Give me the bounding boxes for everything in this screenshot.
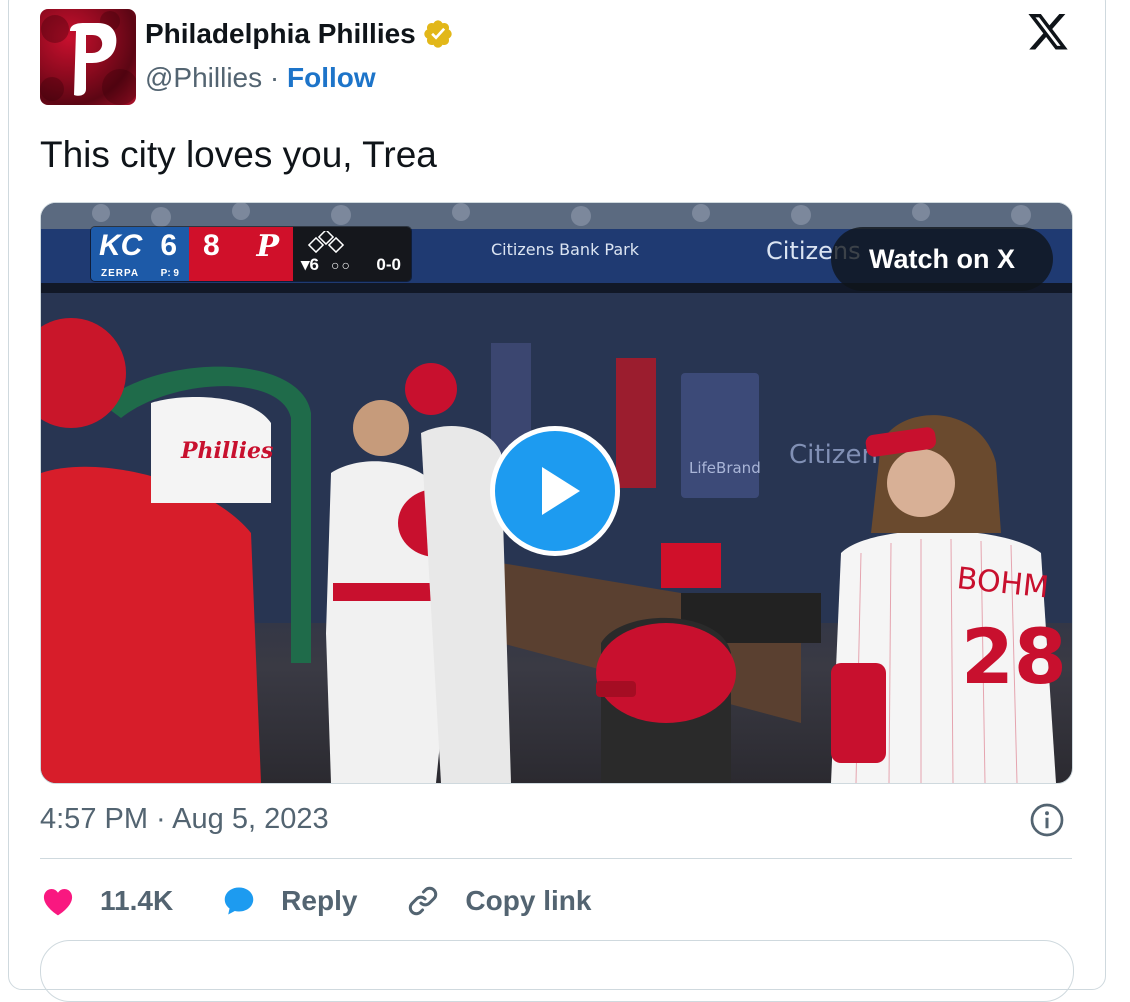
home-score: 8 [203, 229, 220, 262]
svg-text:Citizens Bank Park: Citizens Bank Park [491, 240, 640, 259]
scorebug: KC 6 ZERPA P: 9 8 P ▾6 ○○ 0-0 [91, 227, 411, 281]
play-icon [542, 467, 580, 515]
action-bar: 11.4K Reply Copy link [40, 878, 639, 924]
tweet-text: This city loves you, Trea [40, 134, 437, 175]
info-icon[interactable] [1029, 802, 1065, 838]
avatar[interactable] [40, 9, 136, 105]
ball-strike-count: 0-0 [376, 255, 401, 274]
verified-badge-icon [424, 20, 452, 48]
scorebug-state: ▾6 ○○ 0-0 [293, 227, 411, 281]
read-replies-button[interactable] [40, 940, 1074, 1002]
home-team: P [256, 229, 279, 264]
away-pitcher: ZERPA [101, 268, 140, 279]
handle-row: @Phillies · Follow [145, 62, 376, 94]
reply-label: Reply [281, 885, 358, 916]
handle[interactable]: @Phillies [145, 62, 262, 93]
video-player[interactable]: Citizens Bank Park Citizens LifeBrand Ci… [40, 202, 1073, 784]
heart-icon [43, 889, 73, 916]
separator: · [262, 62, 288, 93]
watch-on-x-button[interactable]: Watch on X [831, 227, 1053, 291]
pitch-count: P: 9 [160, 268, 179, 279]
author-name[interactable]: Philadelphia Phillies [145, 18, 416, 50]
timestamp[interactable]: 4:57 PM · Aug 5, 2023 [40, 803, 329, 836]
play-button[interactable] [490, 426, 620, 556]
x-logo-icon[interactable] [1026, 14, 1070, 54]
outs: ○○ [331, 257, 352, 273]
reply-bubble-icon [224, 887, 254, 915]
scorebug-home: 8 P [189, 227, 293, 281]
bases-diamond-icon [307, 231, 345, 253]
away-team: KC [99, 229, 143, 262]
phillies-p-logo-icon [40, 11, 136, 105]
away-score: 6 [160, 229, 177, 262]
reply-button[interactable]: Reply [221, 883, 357, 919]
like-count: 11.4K [100, 885, 174, 916]
copy-link-button[interactable]: Copy link [405, 883, 591, 919]
link-icon [409, 886, 438, 916]
inning: ▾6 [301, 255, 319, 274]
copy-link-label: Copy link [465, 885, 592, 916]
follow-button[interactable]: Follow [287, 62, 376, 93]
svg-text:LifeBrand: LifeBrand [689, 459, 761, 477]
like-button[interactable]: 11.4K [40, 883, 173, 919]
author-name-row[interactable]: Philadelphia Phillies [145, 18, 454, 50]
svg-text:28: 28 [961, 612, 1067, 701]
divider [40, 858, 1072, 859]
scorebug-away: KC 6 ZERPA P: 9 [91, 227, 189, 281]
svg-text:Phillies: Phillies [180, 438, 273, 464]
